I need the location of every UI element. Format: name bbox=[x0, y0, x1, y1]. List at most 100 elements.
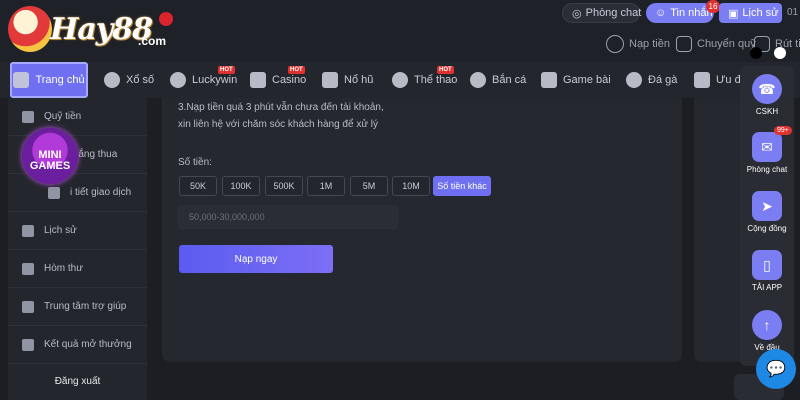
dock-item-support[interactable]: ☎ CSKH bbox=[744, 74, 790, 116]
amount-option-50k[interactable]: 50K bbox=[179, 176, 217, 196]
amount-option-5m[interactable]: 5M bbox=[350, 176, 388, 196]
sidebar-item-mailbox[interactable]: Hòm thư bbox=[8, 250, 147, 288]
amount-option-1m[interactable]: 1M bbox=[307, 176, 345, 196]
dock-item-chat[interactable]: ✉ 99+ Phòng chat bbox=[744, 126, 792, 174]
wallet-icon bbox=[22, 110, 34, 123]
nav-item-lottery[interactable]: Xổ số bbox=[104, 62, 154, 98]
hot-badge: HOT bbox=[288, 66, 305, 74]
rooster-icon bbox=[626, 72, 642, 88]
mascot-icon bbox=[8, 6, 52, 52]
deposit-note-line2: xin liên hệ với chăm sóc khách hàng để x… bbox=[178, 119, 379, 130]
lottery-icon bbox=[104, 72, 120, 88]
home-icon bbox=[13, 72, 30, 88]
slot-icon bbox=[322, 72, 338, 88]
dock-item-download-app[interactable]: ▯ TẢI APP bbox=[744, 250, 790, 292]
mini-games-line2: GAMES bbox=[29, 160, 71, 172]
top-header: Hay88 .com ◎ Phòng chat ☺ Tin nhắn 16 ▣ … bbox=[0, 0, 800, 62]
deposit-icon bbox=[606, 35, 624, 53]
sidebar-item-label: i tiết giao dịch bbox=[70, 187, 132, 198]
nav-item-fishing[interactable]: Bắn cá bbox=[470, 62, 526, 98]
messages-icon: ☺ bbox=[655, 7, 667, 19]
amount-option-10m[interactable]: 10M bbox=[392, 176, 430, 196]
amount-option-other[interactable]: Số tiền khác bbox=[433, 176, 491, 196]
deposit-panel: 3.Nạp tiền quá 3 phút vẫn chưa đến tài k… bbox=[162, 98, 682, 362]
sports-icon bbox=[392, 72, 408, 88]
sidebar-item-results[interactable]: Kết quả mở thưởng bbox=[8, 326, 147, 364]
hot-badge: HOT bbox=[437, 66, 454, 74]
transfer-icon bbox=[676, 36, 692, 52]
sidebar-item-label: Kết quả mở thưởng bbox=[44, 339, 132, 350]
site-logo[interactable]: Hay88 .com bbox=[8, 4, 183, 56]
amount-option-100k[interactable]: 100K bbox=[222, 176, 260, 196]
floating-dock: ☎ CSKH ✉ 99+ Phòng chat ➤ Cộng đồng ▯ TẢ… bbox=[740, 66, 794, 366]
dot-dark-icon bbox=[750, 47, 762, 59]
amount-label: Số tiền: bbox=[178, 157, 212, 168]
live-chat-button[interactable]: 💬 bbox=[756, 349, 796, 389]
chat-bubble-icon: 💬 bbox=[766, 361, 786, 378]
sidebar-item-history[interactable]: Lịch sử bbox=[8, 212, 147, 250]
luckywin-icon bbox=[170, 72, 186, 88]
dock-item-label: TẢI APP bbox=[751, 283, 783, 292]
nav-label: Trang chủ bbox=[35, 74, 85, 86]
amount-option-500k[interactable]: 500K bbox=[265, 176, 303, 196]
dot-light-icon bbox=[774, 47, 786, 59]
clipped-header-text: 01 bbox=[787, 7, 799, 18]
help-icon bbox=[22, 300, 34, 313]
transaction-icon bbox=[48, 186, 60, 199]
sidebar-item-help[interactable]: Trung tâm trợ giúp bbox=[8, 288, 147, 326]
logo-suffix: .com bbox=[138, 34, 167, 48]
messages-button[interactable]: ☺ Tin nhắn bbox=[646, 3, 714, 23]
nav-item-card-games[interactable]: Game bài bbox=[541, 62, 611, 98]
deposit-note-line1: 3.Nạp tiền quá 3 phút vẫn chưa đến tài k… bbox=[178, 102, 384, 113]
logout-button[interactable]: Đăng xuất bbox=[8, 362, 147, 400]
nav-item-cockfight[interactable]: Đá gà bbox=[626, 62, 677, 98]
amount-input[interactable]: 50,000-30,000,000 bbox=[178, 205, 398, 229]
telegram-icon: ➤ bbox=[752, 191, 782, 221]
nav-label: Bắn cá bbox=[492, 74, 527, 86]
mini-games-label: MINI GAMES bbox=[22, 150, 78, 172]
transfer-shortcut[interactable]: Chuyển quỹ bbox=[676, 34, 756, 54]
gift-icon bbox=[694, 72, 710, 88]
dock-item-label: CSKH bbox=[755, 107, 779, 116]
nav-item-home[interactable]: Trang chủ bbox=[10, 62, 88, 98]
support-icon: ☎ bbox=[752, 74, 782, 104]
history-label: Lịch sử bbox=[742, 7, 779, 19]
dock-item-community[interactable]: ➤ Cộng đồng bbox=[744, 191, 790, 233]
nav-label: Luckywin bbox=[192, 74, 238, 86]
logo-badge-icon bbox=[159, 12, 173, 26]
fish-icon bbox=[470, 72, 486, 88]
deposit-shortcut[interactable]: Nạp tiền bbox=[606, 34, 670, 54]
sidebar-item-label: Quỹ tiền bbox=[44, 111, 82, 122]
mailbox-icon bbox=[22, 262, 34, 275]
nav-label: Thể thao bbox=[414, 74, 458, 86]
nav-label: Game bài bbox=[563, 74, 611, 86]
nav-label: Xổ số bbox=[126, 74, 155, 86]
history-icon: ▣ bbox=[728, 7, 739, 20]
sidebar-item-transactions[interactable]: i tiết giao dịch bbox=[8, 174, 147, 212]
history-button[interactable]: ▣ Lịch sử bbox=[719, 3, 782, 23]
dock-item-label: Phòng chat bbox=[746, 165, 788, 174]
sidebar-item-label: Hòm thư bbox=[44, 263, 83, 274]
sidebar-item-label: Lịch sử bbox=[44, 225, 77, 236]
transfer-shortcut-label: Chuyển quỹ bbox=[697, 38, 756, 50]
nav-item-slots[interactable]: Nổ hũ bbox=[322, 62, 373, 98]
sidebar-item-funds[interactable]: Quỹ tiền bbox=[8, 98, 147, 136]
phone-icon: ▯ bbox=[752, 250, 782, 280]
sidebar-item-label: Trung tâm trợ giúp bbox=[44, 301, 127, 312]
toggle-dots[interactable] bbox=[750, 44, 794, 60]
deposit-shortcut-label: Nạp tiền bbox=[629, 38, 670, 50]
chat-room-button[interactable]: ◎ Phòng chat bbox=[562, 3, 642, 23]
hot-badge: HOT bbox=[218, 66, 235, 74]
dock-item-back-to-top[interactable]: ↑ Về đầu bbox=[744, 310, 790, 352]
main-nav: Trang chủ Xổ số Luckywin HOT Casino HOT … bbox=[0, 62, 800, 98]
deposit-now-button[interactable]: Nạp ngay bbox=[179, 245, 333, 273]
right-panel bbox=[694, 98, 744, 362]
dock-item-label: Cộng đồng bbox=[747, 224, 787, 233]
chat-room-label: Phòng chat bbox=[585, 7, 642, 19]
trophy-icon bbox=[22, 338, 34, 351]
arrow-up-icon: ↑ bbox=[752, 310, 782, 340]
nav-label: Casino bbox=[272, 74, 307, 86]
nav-label: Đá gà bbox=[648, 74, 678, 86]
casino-icon bbox=[250, 72, 266, 88]
history-icon bbox=[22, 224, 34, 237]
